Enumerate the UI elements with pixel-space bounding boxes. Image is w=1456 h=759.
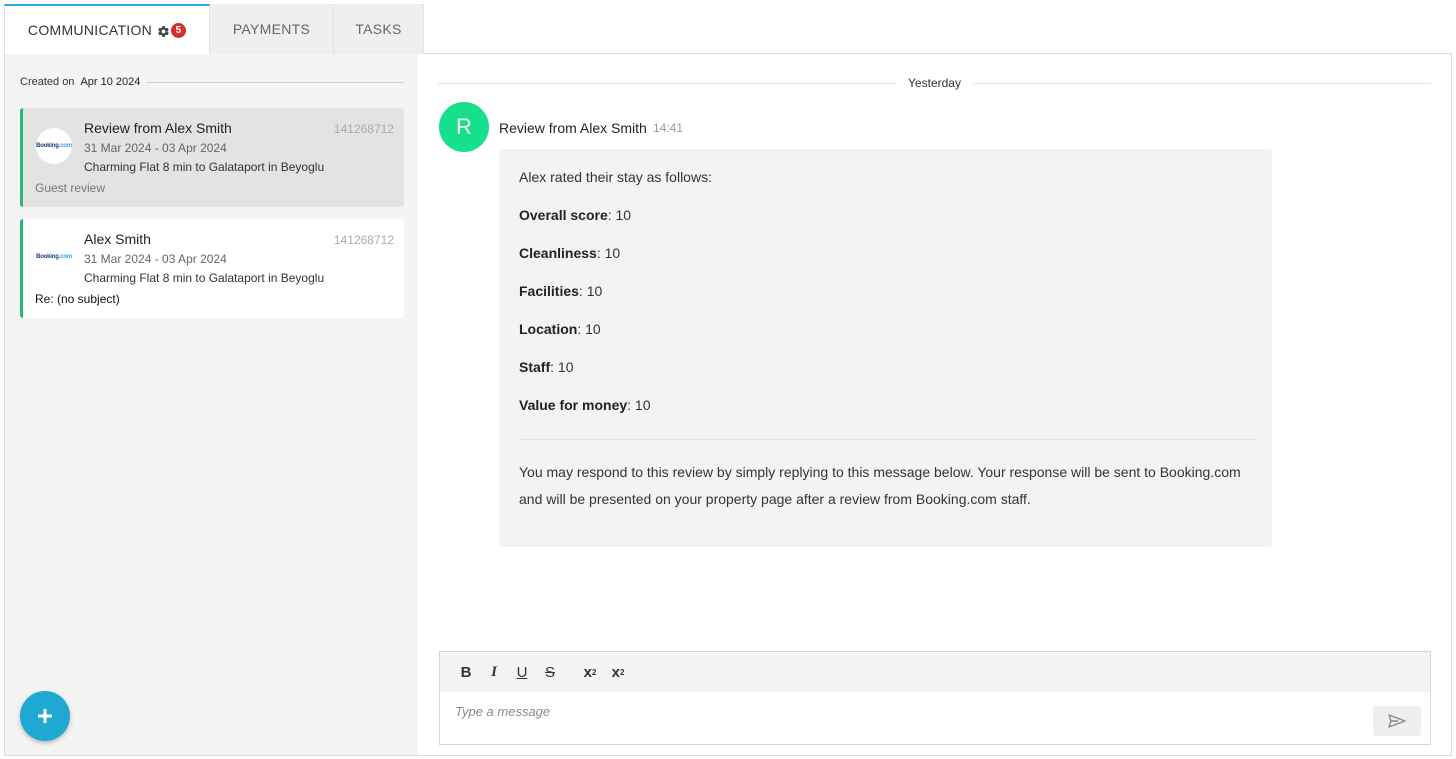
rating-value-for-money: Value for money: 10 <box>519 397 651 413</box>
rating-facilities: Facilities: 10 <box>519 283 602 299</box>
subscript-mark: 2 <box>591 667 597 677</box>
conversation-title: Review from Alex Smith <box>84 120 232 136</box>
bold-button[interactable]: B <box>452 658 480 686</box>
tab-tasks[interactable]: TASKS <box>334 4 424 54</box>
main-panel: Created on Apr 10 2024 Booking .com Revie… <box>4 53 1452 756</box>
divider <box>519 439 1257 440</box>
conversation-item-guest[interactable]: Booking .com Alex Smith 141268712 31 Mar … <box>20 219 404 318</box>
rating-value: : 10 <box>578 283 603 299</box>
tab-payments-label: PAYMENTS <box>232 21 311 37</box>
divider <box>972 82 1431 84</box>
superscript-button[interactable]: x2 <box>604 658 632 686</box>
rating-label: Staff <box>519 359 551 375</box>
conversation-item-review[interactable]: Booking .com Review from Alex Smith 14126… <box>20 108 404 207</box>
plus-icon <box>38 709 52 723</box>
rating-label: Facilities <box>519 283 579 299</box>
conversation-title: Alex Smith <box>84 231 151 247</box>
divider <box>438 82 897 84</box>
reservation-number: 141268712 <box>333 122 394 136</box>
rating-value: : 10 <box>607 207 632 223</box>
conversation-sidebar: Created on Apr 10 2024 Booking .com Revie… <box>5 54 418 755</box>
divider <box>146 81 404 83</box>
message-bubble: Alex rated their stay as follows: Overal… <box>499 149 1272 547</box>
stay-dates: 31 Mar 2024 - 03 Apr 2024 <box>84 141 227 155</box>
unread-count-badge: 5 <box>171 22 187 38</box>
tab-communication[interactable]: COMMUNICATION 5 <box>4 4 210 54</box>
italic-button[interactable]: I <box>480 658 508 686</box>
tab-communication-label: COMMUNICATION <box>27 22 153 38</box>
send-icon <box>1388 714 1406 728</box>
property-name: Charming Flat 8 min to Galataport in Bey… <box>84 271 325 285</box>
conversation-subtitle: Guest review <box>35 181 106 195</box>
booking-logo-suffix: .com <box>58 143 72 149</box>
superscript-mark: 2 <box>619 667 625 677</box>
message-input[interactable] <box>455 704 1355 719</box>
message-sender: Review from Alex Smith <box>499 120 647 136</box>
subscript-label: x <box>583 663 592 681</box>
avatar: R <box>439 102 489 152</box>
property-name: Charming Flat 8 min to Galataport in Bey… <box>84 160 325 174</box>
underline-button[interactable]: U <box>508 658 536 686</box>
rating-label: Overall score <box>519 207 608 223</box>
rating-staff: Staff: 10 <box>519 359 573 375</box>
rating-value: : 10 <box>596 245 621 261</box>
rating-label: Value for money <box>519 397 628 413</box>
stay-dates: 31 Mar 2024 - 03 Apr 2024 <box>84 252 227 266</box>
superscript-label: x <box>611 663 620 681</box>
rating-value: : 10 <box>550 359 574 375</box>
rating-label: Location <box>519 321 578 337</box>
booking-logo: Booking .com <box>36 239 72 275</box>
message-thread: Yesterday R Review from Alex Smith 14:41… <box>418 54 1451 755</box>
created-on-date: Apr 10 2024 <box>80 76 141 88</box>
send-button[interactable] <box>1373 706 1421 736</box>
message-time: 14:41 <box>653 121 684 135</box>
day-separator: Yesterday <box>438 76 1431 90</box>
rating-label: Cleanliness <box>519 245 597 261</box>
rating-location: Location: 10 <box>519 321 601 337</box>
booking-logo-main: Booking <box>36 143 59 149</box>
tab-tasks-label: TASKS <box>355 21 402 37</box>
rating-value: : 10 <box>577 321 601 337</box>
conversation-subtitle: Re: (no subject) <box>35 292 120 306</box>
created-on-row: Created on Apr 10 2024 <box>20 76 404 88</box>
rating-overall-score: Overall score: 10 <box>519 207 631 223</box>
gear-icon <box>158 25 169 37</box>
tab-payments[interactable]: PAYMENTS <box>210 4 334 54</box>
message-intro: Alex rated their stay as follows: <box>519 169 712 185</box>
rating-cleanliness: Cleanliness: 10 <box>519 245 620 261</box>
rating-value: : 10 <box>627 397 651 413</box>
created-on-label: Created on <box>20 76 75 88</box>
booking-logo-main: Booking <box>36 254 59 260</box>
strikethrough-button[interactable]: S <box>536 658 564 686</box>
formatting-toolbar: B I U S x2 x2 <box>440 652 1430 692</box>
booking-logo-suffix: .com <box>58 254 72 260</box>
day-separator-label: Yesterday <box>908 76 961 90</box>
new-conversation-button[interactable] <box>20 691 70 741</box>
review-response-note: You may respond to this review by simply… <box>519 464 1241 507</box>
tab-bar: COMMUNICATION 5 PAYMENTS TASKS <box>4 4 424 54</box>
booking-logo: Booking .com <box>36 128 72 164</box>
avatar-letter: R <box>456 114 472 139</box>
subscript-button[interactable]: x2 <box>576 658 604 686</box>
reservation-number: 141268712 <box>333 233 394 247</box>
message-composer: B I U S x2 x2 <box>439 651 1431 745</box>
